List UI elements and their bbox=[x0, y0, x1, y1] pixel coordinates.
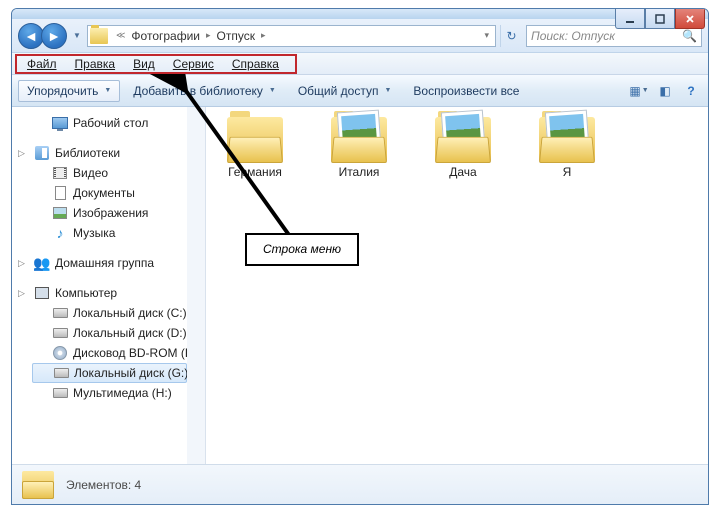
dropdown-icon: ▼ bbox=[269, 87, 276, 94]
refresh-button[interactable]: ↻ bbox=[500, 25, 522, 47]
folder-label: Дача bbox=[449, 165, 476, 179]
scroll-down-button[interactable]: ▼ bbox=[188, 448, 204, 464]
navigation-pane: ▲ Рабочий стол ▷Библиотеки Видео Докумен… bbox=[12, 107, 206, 464]
file-list[interactable]: Германия Италия Дача Я bbox=[206, 107, 708, 464]
dropdown-icon: ▼ bbox=[384, 87, 391, 94]
sidebar-item-drive-f[interactable]: Дисковод BD-ROM (F:) bbox=[12, 343, 205, 363]
organize-button[interactable]: Упорядочить▼ bbox=[18, 80, 120, 102]
sidebar-item-computer[interactable]: ▷Компьютер bbox=[12, 283, 205, 303]
menu-tools[interactable]: Сервис bbox=[164, 55, 223, 73]
expand-icon[interactable]: ▷ bbox=[18, 258, 28, 268]
sidebar-item-libraries[interactable]: ▷Библиотеки bbox=[12, 143, 205, 163]
folder-item[interactable]: Дача bbox=[420, 117, 506, 179]
folder-item[interactable]: Я bbox=[524, 117, 610, 179]
play-all-button[interactable]: Воспроизвести все bbox=[404, 80, 528, 102]
status-bar: Элементов: 4 bbox=[12, 464, 708, 504]
menu-help[interactable]: Справка bbox=[223, 55, 288, 73]
hdd-icon bbox=[53, 308, 68, 318]
scroll-up-button[interactable]: ▲ bbox=[188, 107, 204, 123]
expand-icon[interactable]: ▷ bbox=[18, 148, 28, 158]
minimize-button[interactable] bbox=[615, 9, 645, 29]
status-text: Элементов: 4 bbox=[66, 478, 141, 492]
chevron-right-icon: ▸ bbox=[202, 30, 215, 41]
address-dropdown[interactable]: ▾ bbox=[480, 30, 493, 41]
document-icon bbox=[55, 186, 66, 200]
image-icon bbox=[53, 207, 67, 219]
folder-item[interactable]: Италия bbox=[316, 117, 402, 179]
sidebar-item-pictures[interactable]: Изображения bbox=[12, 203, 205, 223]
sidebar-item-desktop[interactable]: Рабочий стол bbox=[12, 113, 205, 133]
hdd-icon bbox=[53, 328, 68, 338]
command-bar: Упорядочить▼ Добавить в библиотеку▼ Общи… bbox=[12, 75, 708, 107]
add-to-library-button[interactable]: Добавить в библиотеку▼ bbox=[124, 80, 284, 102]
sidebar-item-drive-h[interactable]: Мультимедиа (H:) bbox=[12, 383, 205, 403]
sidebar-item-videos[interactable]: Видео bbox=[12, 163, 205, 183]
menu-edit[interactable]: Правка bbox=[66, 55, 125, 73]
navigation-bar: ◄ ► ▼ ≪ Фотографии ▸ Отпуск ▸ ▾ ↻ Поиск:… bbox=[12, 19, 708, 53]
folder-icon bbox=[435, 117, 491, 163]
annotation-callout: Строка меню bbox=[245, 233, 359, 266]
folder-icon bbox=[22, 471, 54, 499]
computer-icon bbox=[35, 287, 49, 299]
menu-view[interactable]: Вид bbox=[124, 55, 164, 73]
maximize-button[interactable] bbox=[645, 9, 675, 29]
video-icon bbox=[53, 167, 67, 179]
explorer-window: ◄ ► ▼ ≪ Фотографии ▸ Отпуск ▸ ▾ ↻ Поиск:… bbox=[11, 8, 709, 505]
sidebar-item-drive-d[interactable]: Локальный диск (D:) bbox=[12, 323, 205, 343]
share-button[interactable]: Общий доступ▼ bbox=[289, 80, 401, 102]
sidebar-item-homegroup[interactable]: ▷👥Домашняя группа bbox=[12, 253, 205, 273]
sidebar-item-drive-g[interactable]: Локальный диск (G:) bbox=[32, 363, 187, 383]
address-bar[interactable]: ≪ Фотографии ▸ Отпуск ▸ ▾ bbox=[87, 25, 496, 47]
breadcrumb-seg[interactable]: Фотографии bbox=[129, 29, 202, 43]
folder-item[interactable]: Германия bbox=[212, 117, 298, 179]
search-placeholder: Поиск: Отпуск bbox=[531, 29, 615, 43]
menu-file[interactable]: Файл bbox=[18, 55, 66, 73]
libraries-icon bbox=[35, 146, 49, 160]
chevron-icon: ≪ bbox=[112, 30, 129, 41]
search-icon: 🔍 bbox=[682, 29, 697, 43]
folder-icon bbox=[227, 117, 283, 163]
folder-icon bbox=[539, 117, 595, 163]
folder-icon bbox=[90, 28, 108, 44]
history-dropdown[interactable]: ▼ bbox=[71, 26, 83, 46]
sidebar-item-documents[interactable]: Документы bbox=[12, 183, 205, 203]
menu-bar: Файл Правка Вид Сервис Справка bbox=[12, 53, 708, 75]
folder-label: Германия bbox=[228, 165, 282, 179]
help-button[interactable]: ? bbox=[680, 80, 702, 102]
dvd-icon bbox=[53, 346, 67, 360]
folder-icon bbox=[331, 117, 387, 163]
sidebar-item-music[interactable]: ♪Музыка bbox=[12, 223, 205, 243]
folder-label: Италия bbox=[339, 165, 380, 179]
view-options-button[interactable]: ▦ ▼ bbox=[628, 80, 650, 102]
folder-label: Я bbox=[563, 165, 572, 179]
forward-button[interactable]: ► bbox=[41, 23, 67, 49]
titlebar bbox=[12, 9, 708, 19]
homegroup-icon: 👥 bbox=[34, 255, 50, 271]
sidebar-item-drive-c[interactable]: Локальный диск (C:) bbox=[12, 303, 205, 323]
desktop-icon bbox=[52, 117, 68, 129]
close-button[interactable] bbox=[675, 9, 705, 29]
music-icon: ♪ bbox=[52, 225, 68, 241]
breadcrumb-seg[interactable]: Отпуск bbox=[215, 29, 257, 43]
hdd-icon bbox=[54, 368, 69, 378]
preview-pane-button[interactable]: ◧ bbox=[654, 80, 676, 102]
chevron-right-icon: ▸ bbox=[257, 30, 270, 41]
expand-icon[interactable]: ▷ bbox=[18, 288, 28, 298]
dropdown-icon: ▼ bbox=[104, 87, 111, 94]
hdd-icon bbox=[53, 388, 68, 398]
